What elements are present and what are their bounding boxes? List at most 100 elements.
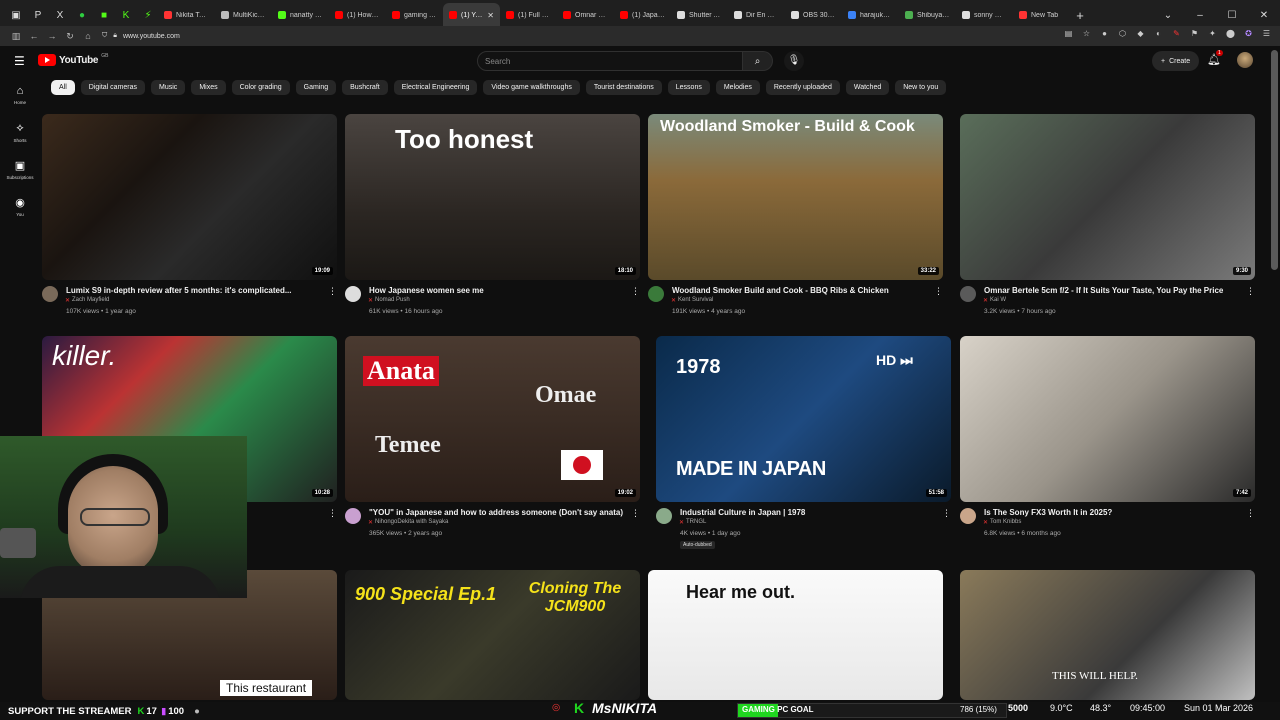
- ext-icon-2[interactable]: ⬡: [1117, 28, 1128, 39]
- more-options-icon[interactable]: ⋮: [631, 508, 640, 519]
- browser-tab[interactable]: gaming ivent: [386, 3, 443, 27]
- video-title[interactable]: How Japanese women see me: [369, 286, 624, 295]
- close-window-icon[interactable]: ✕: [1248, 10, 1280, 21]
- video-title[interactable]: Woodland Smoker Build and Cook - BBQ Rib…: [672, 286, 927, 295]
- filter-chip[interactable]: Gaming: [295, 80, 337, 95]
- channel-avatar[interactable]: [960, 508, 976, 524]
- ext-icon-4[interactable]: ◐: [1153, 28, 1164, 39]
- pinned-tab-s[interactable]: ■: [94, 4, 114, 26]
- pinned-tab-p[interactable]: P: [28, 4, 48, 26]
- filter-chip[interactable]: Color grading: [231, 80, 290, 95]
- channel-avatar[interactable]: [960, 286, 976, 302]
- browser-tab[interactable]: MultiKick.com: [215, 3, 272, 27]
- video-thumbnail[interactable]: THIS WILL HELP.: [960, 570, 1255, 700]
- create-button[interactable]: + Create: [1152, 51, 1200, 71]
- video-title[interactable]: Is The Sony FX3 Worth It in 2025?: [984, 508, 1239, 517]
- search-input[interactable]: Search: [477, 51, 744, 71]
- filter-chip[interactable]: Recently uploaded: [765, 80, 840, 95]
- filter-chip[interactable]: Music: [151, 80, 186, 95]
- ext-icon-3[interactable]: ◆: [1135, 28, 1146, 39]
- channel-avatar[interactable]: [42, 286, 58, 302]
- filter-chip[interactable]: Bushcraft: [342, 80, 388, 95]
- filter-chip[interactable]: Digital cameras: [80, 80, 146, 95]
- browser-tab[interactable]: nanatty Strea: [272, 3, 329, 27]
- pinned-tab-x[interactable]: X: [50, 4, 70, 26]
- pinned-tab-k[interactable]: K: [116, 4, 136, 26]
- forward-icon[interactable]: →: [46, 31, 58, 42]
- pinned-tab-green[interactable]: ●: [72, 4, 92, 26]
- filter-chip[interactable]: Video game walkthroughs: [483, 80, 580, 95]
- url-field[interactable]: ⛉ 🔒︎ www.youtube.com: [102, 32, 180, 40]
- guide-menu-icon[interactable]: ☰: [14, 54, 26, 68]
- video-thumbnail[interactable]: Hear me out.: [648, 570, 943, 700]
- tab-actions-icon[interactable]: ▣: [6, 4, 26, 26]
- video-thumbnail[interactable]: 9:30: [960, 114, 1255, 280]
- ext-icon-5[interactable]: ✎: [1171, 28, 1182, 39]
- search-button[interactable]: ⌕: [743, 51, 773, 71]
- channel-name[interactable]: Zach Mayfield: [65, 297, 109, 304]
- video-title[interactable]: Industrial Culture in Japan | 1978: [680, 508, 935, 517]
- page-scrollbar[interactable]: [1271, 50, 1278, 270]
- channel-name[interactable]: Tom Knibbs: [983, 519, 1021, 526]
- browser-tab[interactable]: (1) YouTu✕: [443, 3, 500, 27]
- browser-tab[interactable]: Shutter Angl: [671, 3, 728, 27]
- voice-search-button[interactable]: 🎙︎: [784, 51, 804, 71]
- more-options-icon[interactable]: ⋮: [942, 508, 951, 519]
- video-title[interactable]: Omnar Bertele 5cm f/2 - If It Suits Your…: [984, 286, 1239, 295]
- lock-icon[interactable]: 🔒︎: [113, 32, 117, 40]
- browser-tab[interactable]: (1) How to P: [329, 3, 386, 27]
- browser-tab[interactable]: (1) Japanese: [614, 3, 671, 27]
- ext-icon-7[interactable]: ✦: [1207, 28, 1218, 39]
- sidebar-item-shorts[interactable]: ⟡ Shorts: [0, 117, 40, 154]
- video-title[interactable]: "YOU" in Japanese and how to address som…: [369, 508, 624, 517]
- filter-chip[interactable]: Tourist destinations: [585, 80, 662, 95]
- video-thumbnail[interactable]: 19:09: [42, 114, 337, 280]
- pinned-tab-kick[interactable]: ⚡: [138, 4, 158, 26]
- filter-chip[interactable]: New to you: [895, 80, 947, 95]
- filter-chip[interactable]: Melodies: [715, 80, 760, 95]
- more-options-icon[interactable]: ⋮: [328, 508, 337, 519]
- filter-chip[interactable]: All: [51, 80, 75, 95]
- channel-name[interactable]: Nomad Push: [368, 297, 410, 304]
- new-tab-button[interactable]: +: [1070, 8, 1090, 23]
- filter-chip[interactable]: Lessons: [667, 80, 710, 95]
- video-title[interactable]: Lumix S9 in-depth review after 5 months:…: [66, 286, 321, 295]
- channel-avatar[interactable]: [345, 286, 361, 302]
- filter-chip[interactable]: Mixes: [191, 80, 226, 95]
- channel-name[interactable]: Kent Survival: [671, 297, 713, 304]
- shield-icon[interactable]: ⛉: [102, 32, 107, 40]
- filter-chip[interactable]: Electrical Engineering: [393, 80, 478, 95]
- more-options-icon[interactable]: ⋮: [328, 286, 337, 297]
- channel-name[interactable]: Kai W: [983, 297, 1006, 304]
- close-tab-icon[interactable]: ✕: [487, 11, 494, 20]
- bookmark-star-icon[interactable]: ☆: [1081, 28, 1092, 39]
- browser-tab[interactable]: Nikita Tachib: [158, 3, 215, 27]
- channel-avatar[interactable]: [648, 286, 664, 302]
- browser-tab[interactable]: sonny mdr-v: [956, 3, 1013, 27]
- maximize-icon[interactable]: ☐: [1216, 10, 1248, 21]
- filter-chip[interactable]: Watched: [845, 80, 890, 95]
- channel-avatar[interactable]: [345, 508, 361, 524]
- ext-icon-9[interactable]: ✪: [1243, 28, 1254, 39]
- ext-icon-8[interactable]: ⬤: [1225, 28, 1236, 39]
- more-options-icon[interactable]: ⋮: [1246, 286, 1255, 297]
- browser-tab[interactable]: Omnar Bertel: [557, 3, 614, 27]
- video-thumbnail[interactable]: Woodland Smoker - Build & Cook 33:22: [648, 114, 943, 280]
- sidebar-item-home[interactable]: ⌂ Home: [0, 80, 40, 117]
- youtube-logo[interactable]: YouTube GB: [38, 53, 108, 66]
- video-thumbnail[interactable]: 900 Special Ep.1 Cloning The JCM900: [345, 570, 640, 700]
- home-browser-icon[interactable]: ⌂: [82, 31, 94, 42]
- account-avatar[interactable]: [1237, 52, 1253, 68]
- back-icon[interactable]: ←: [28, 31, 40, 42]
- browser-tab[interactable]: harajuku | Fa: [842, 3, 899, 27]
- video-thumbnail[interactable]: Too honest 18:10: [345, 114, 640, 280]
- sidebar-item-you[interactable]: ◉ You: [0, 191, 40, 228]
- sidebar-toggle-icon[interactable]: ▥: [10, 31, 22, 42]
- video-thumbnail[interactable]: Anata Omae Temee 19:02: [345, 336, 640, 502]
- browser-tab[interactable]: (1) Full Fram: [500, 3, 557, 27]
- channel-name[interactable]: NihongoDekita with Sayaka: [368, 519, 448, 526]
- browser-tab[interactable]: Shibuya, Toky: [899, 3, 956, 27]
- video-thumbnail[interactable]: 1978 MADE IN JAPAN HD ⏭ 51:58: [656, 336, 951, 502]
- channel-name[interactable]: TRNGL: [679, 519, 706, 526]
- video-thumbnail[interactable]: 7:42: [960, 336, 1255, 502]
